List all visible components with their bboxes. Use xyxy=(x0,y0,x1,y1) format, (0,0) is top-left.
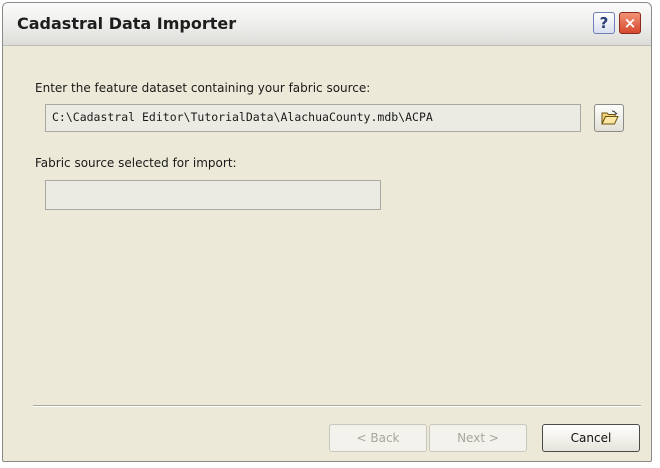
title-bar[interactable]: Cadastral Data Importer ? × xyxy=(3,3,651,46)
importer-dialog: Cadastral Data Importer ? × Enter the fe… xyxy=(2,2,652,462)
window-title: Cadastral Data Importer xyxy=(17,14,237,33)
browse-button[interactable] xyxy=(594,104,624,132)
footer-separator xyxy=(33,405,641,407)
help-button[interactable]: ? xyxy=(593,12,615,34)
source-prompt-label: Enter the feature dataset containing you… xyxy=(35,81,371,95)
selected-source-field xyxy=(45,180,381,210)
selected-source-label: Fabric source selected for import: xyxy=(35,156,237,170)
source-path-text: C:\Cadastral Editor\TutorialData\Alachua… xyxy=(52,110,433,124)
open-folder-icon xyxy=(601,110,619,125)
cancel-button[interactable]: Cancel xyxy=(542,424,640,452)
next-button[interactable]: Next > xyxy=(429,424,527,452)
close-button[interactable]: × xyxy=(619,12,641,34)
back-button[interactable]: < Back xyxy=(329,424,427,452)
source-path-field[interactable]: C:\Cadastral Editor\TutorialData\Alachua… xyxy=(45,104,581,132)
